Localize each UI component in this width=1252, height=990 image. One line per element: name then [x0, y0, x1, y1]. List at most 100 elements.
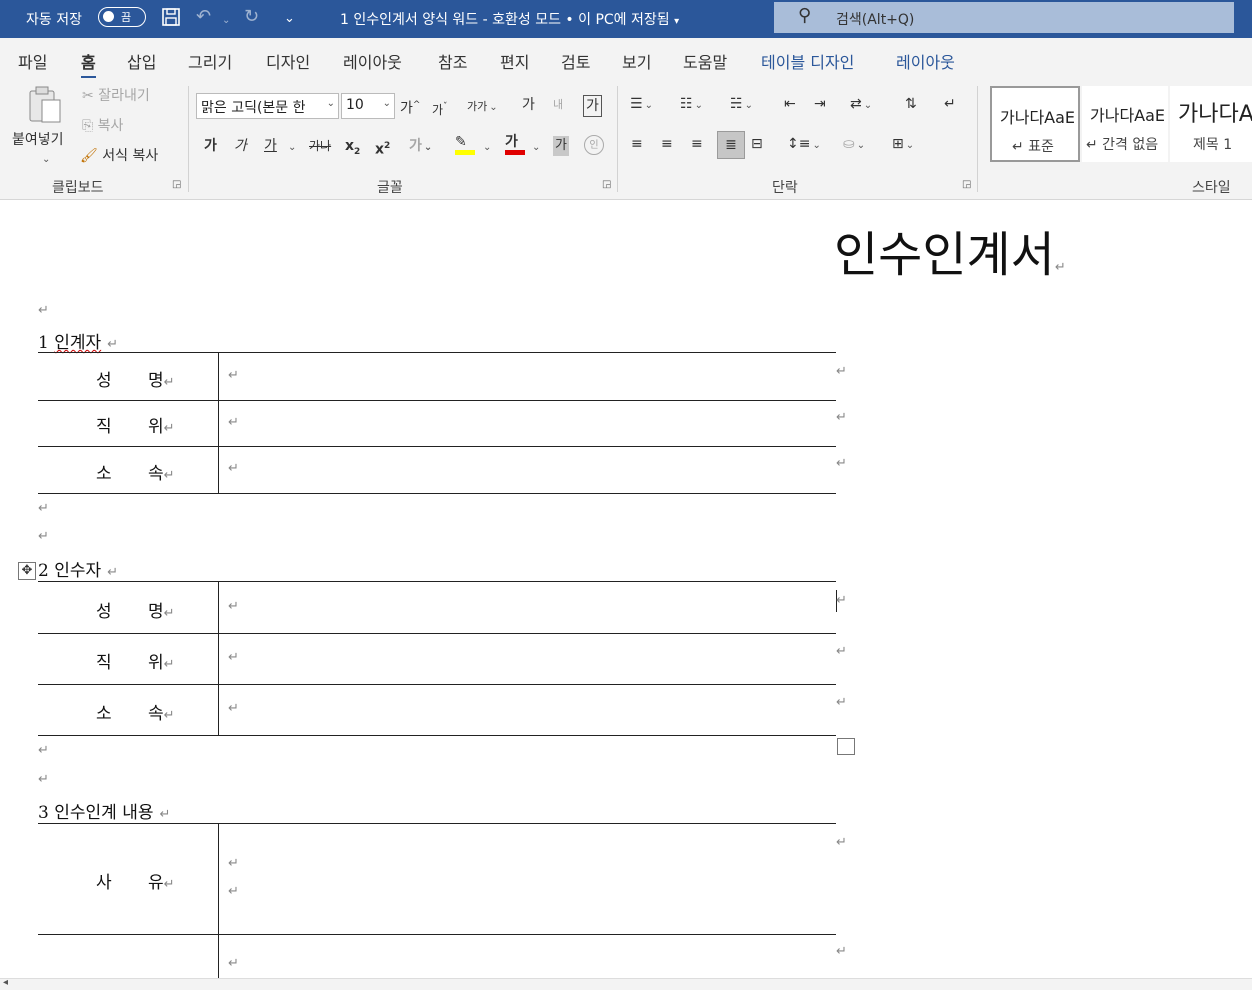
table-cell[interactable]: ↵ — [228, 701, 239, 716]
multilevel-list-icon: ☵ — [730, 96, 743, 112]
grow-font-button[interactable]: 가^ — [400, 95, 420, 119]
text-effects-button[interactable]: 가 ⌄ — [409, 136, 432, 158]
line-spacing-button[interactable]: ↕≡ ⌄ — [787, 134, 821, 156]
font-color-button[interactable]: 가 — [505, 132, 525, 155]
chevron-down-icon: ⌄ — [863, 100, 873, 111]
style-no-spacing[interactable]: 가나다AaE ↵ 간격 없음 — [1082, 86, 1168, 162]
table-cell[interactable]: ↵ — [228, 856, 239, 871]
save-icon[interactable] — [160, 6, 182, 34]
table-cell[interactable]: ↵ — [228, 956, 239, 971]
document-canvas[interactable]: 인수인계서↵ ↵ 1 인계자 ↵ 성 명↵ 직 위↵ 소 속↵ ↵ ↵ ↵ ↵ ↵ ↵ … — [0, 200, 1252, 978]
shading-button[interactable]: ⛀ ⌄ — [843, 134, 865, 156]
table-move-handle-icon[interactable]: ✥ — [18, 562, 36, 580]
title-dropdown-icon[interactable]: ▾ — [674, 16, 679, 27]
tab-draw[interactable]: 그리기 — [188, 49, 232, 73]
copy-button[interactable]: ⎘ 복사 — [82, 116, 123, 136]
horizontal-scrollbar[interactable]: ◂ — [0, 977, 1252, 990]
character-shading-button[interactable]: 가 — [553, 136, 569, 156]
change-case-button[interactable]: 가가 ⌄ — [467, 97, 498, 118]
enclose-characters-icon: 인 — [589, 140, 599, 151]
highlight-dropdown[interactable]: ⌄ — [481, 136, 491, 158]
distributed-button[interactable]: ⊟ — [751, 134, 763, 154]
numbering-button[interactable]: ☷ ⌄ — [680, 94, 703, 116]
phonetic-guide-button[interactable]: 가 — [522, 95, 535, 115]
italic-button[interactable]: 가 — [234, 136, 247, 156]
undo-dropdown-icon[interactable]: ⌄ — [222, 10, 230, 32]
paragraph-launcher-icon[interactable]: ◲ — [962, 179, 971, 190]
clear-formatting-button[interactable]: 내 — [553, 95, 563, 115]
decrease-indent-button[interactable]: ⇤ — [784, 94, 796, 114]
section-heading-1: 1 인계자 ↵ — [38, 328, 118, 353]
table-cell[interactable]: ↵ — [228, 884, 239, 899]
highlight-button[interactable]: ✎ — [455, 132, 475, 155]
show-marks-button[interactable]: ↵ — [944, 94, 956, 114]
borders-button[interactable]: ⊞ ⌄ — [892, 134, 914, 156]
shrink-font-button[interactable]: 가ˇ — [432, 97, 448, 120]
autosave-toggle[interactable]: 끔 — [98, 7, 146, 27]
align-right-button[interactable]: ≡ — [691, 134, 703, 154]
paste-dropdown-icon[interactable]: ⌄ — [42, 150, 50, 170]
sort-button[interactable]: ⇅ — [905, 94, 917, 114]
table-cell[interactable]: ↵ — [228, 461, 239, 476]
bold-button[interactable]: 가 — [204, 136, 217, 156]
increase-indent-icon: ⇥ — [814, 96, 826, 112]
tab-insert[interactable]: 삽입 — [127, 49, 156, 73]
format-painter-button[interactable]: 🖌 서식 복사 — [80, 146, 158, 166]
style-heading-1[interactable]: 가나다A 제목 1 — [1170, 86, 1252, 162]
underline-button[interactable]: 가 — [264, 136, 277, 156]
font-size-combo[interactable]: 10 ⌄ — [341, 93, 395, 119]
style-name: ↵ 간격 없음 — [1086, 137, 1159, 153]
table-border — [38, 684, 836, 685]
customize-qat-icon[interactable]: ⌄ — [284, 8, 295, 30]
tab-home[interactable]: 홈 — [81, 49, 96, 79]
clipboard-launcher-icon[interactable]: ◲ — [172, 179, 181, 190]
table-cell[interactable]: ↵ — [228, 599, 239, 614]
text-direction-icon: ⇄ — [850, 96, 862, 112]
tab-file[interactable]: 파일 — [18, 49, 47, 73]
row-end-mark: ↵ — [836, 695, 847, 710]
enclose-characters-button[interactable]: 인 — [584, 135, 604, 155]
tab-table-layout[interactable]: 레이아웃 — [896, 49, 955, 73]
tab-view[interactable]: 보기 — [622, 49, 651, 73]
search-box[interactable]: ⚲ 검색(Alt+Q) — [774, 2, 1234, 33]
justify-button[interactable]: ≣ — [717, 131, 745, 159]
chevron-down-icon: ⌄ — [489, 102, 498, 113]
chevron-down-icon: ⌄ — [694, 100, 703, 111]
table-resize-handle[interactable] — [837, 738, 855, 755]
tab-references[interactable]: 참조 — [438, 49, 467, 73]
text-direction-button[interactable]: ⇄ ⌄ — [850, 94, 872, 116]
paragraph-mark: ↵ — [38, 501, 49, 516]
font-name-combo[interactable]: 맑은 고딕(본문 한 ⌄ — [196, 93, 339, 119]
bullets-button[interactable]: ☰ ⌄ — [630, 94, 653, 116]
multilevel-list-button[interactable]: ☵ ⌄ — [730, 94, 753, 116]
heading-number: 2 — [38, 561, 49, 581]
underline-dropdown[interactable]: ⌄ — [286, 136, 296, 158]
tab-help[interactable]: 도움말 — [683, 49, 727, 73]
cut-button[interactable]: ✂ 잘라내기 — [82, 86, 150, 106]
table-cell[interactable]: ↵ — [228, 650, 239, 665]
align-left-button[interactable]: ≡ — [631, 134, 643, 154]
document-title[interactable]: 1 인수인계서 양식 워드 - 호환성 모드 • 이 PC에 저장됨 ▾ — [340, 9, 679, 29]
chevron-down-icon: ⌄ — [423, 142, 433, 153]
font-launcher-icon[interactable]: ◲ — [602, 179, 611, 190]
numbered-list-icon: ☷ — [680, 96, 693, 112]
align-center-button[interactable]: ≡ — [661, 134, 673, 154]
undo-icon[interactable]: ↶ — [196, 6, 211, 28]
table-cell[interactable]: ↵ — [228, 368, 239, 383]
superscript-button[interactable]: x2 — [375, 136, 390, 160]
subscript-button[interactable]: x2 — [345, 136, 360, 162]
tab-layout[interactable]: 레이아웃 — [343, 49, 402, 73]
tab-design[interactable]: 디자인 — [266, 49, 310, 73]
tab-table-design[interactable]: 테이블 디자인 — [761, 49, 854, 73]
character-border-button[interactable]: 가 — [583, 95, 602, 117]
increase-indent-button[interactable]: ⇥ — [814, 94, 826, 114]
font-color-dropdown[interactable]: ⌄ — [530, 136, 540, 158]
scroll-left-icon[interactable]: ◂ — [3, 977, 8, 988]
redo-icon[interactable]: ↻ — [244, 6, 259, 28]
tab-mailings[interactable]: 편지 — [500, 49, 529, 73]
style-normal[interactable]: 가나다AaE ↵ 표준 — [990, 86, 1080, 162]
table-cell[interactable]: ↵ — [228, 415, 239, 430]
paste-button[interactable]: 붙여넣기 ⌄ — [12, 84, 74, 165]
strikethrough-button[interactable]: 가나 — [309, 136, 331, 156]
tab-review[interactable]: 검토 — [561, 49, 590, 73]
